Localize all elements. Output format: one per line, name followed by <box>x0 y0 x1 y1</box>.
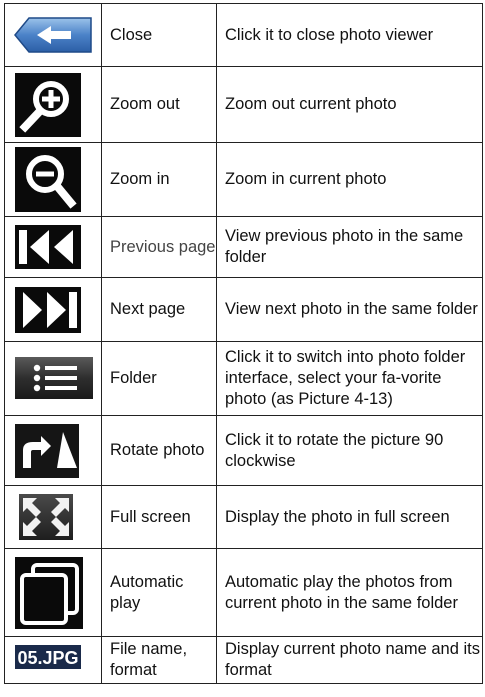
function-table: Close Click it to close photo viewer Zoo… <box>4 3 483 684</box>
icon-cell <box>4 216 102 278</box>
table-row: Folder Click it to switch into photo fol… <box>4 341 483 416</box>
function-description: Display current photo name and its forma… <box>216 636 483 684</box>
table-row: Zoom out Zoom out current photo <box>4 66 483 143</box>
icon-cell <box>4 485 102 549</box>
file-name-label: 05.JPG <box>5 637 101 683</box>
icon-cell <box>4 548 102 637</box>
icon-cell <box>4 341 102 416</box>
function-name: Rotate photo <box>101 415 217 486</box>
back-arrow-icon <box>5 4 101 66</box>
icon-cell <box>4 415 102 486</box>
next-page-icon <box>5 278 101 341</box>
function-name: Full screen <box>101 485 217 549</box>
full-screen-icon <box>5 486 101 548</box>
function-description: Automatic play the photos from current p… <box>216 548 483 637</box>
table-row: Rotate photo Click it to rotate the pict… <box>4 415 483 486</box>
table-row: Automatic play Automatic play the photos… <box>4 548 483 637</box>
previous-page-icon <box>5 217 101 277</box>
table-row: Next page View next photo in the same fo… <box>4 277 483 342</box>
function-description: Click it to close photo viewer <box>216 3 483 67</box>
icon-cell <box>4 277 102 342</box>
folder-list-icon <box>5 342 101 415</box>
function-description: View previous photo in the same folder <box>216 216 483 278</box>
function-name: Automatic play <box>101 548 217 637</box>
function-description: View next photo in the same folder <box>216 277 483 342</box>
function-description: Click it to switch into photo folder int… <box>216 341 483 416</box>
function-description: Zoom in current photo <box>216 142 483 217</box>
svg-text:05.JPG: 05.JPG <box>17 648 78 668</box>
function-name: File name, format <box>101 636 217 684</box>
icon-cell <box>4 66 102 143</box>
function-name: Folder <box>101 341 217 416</box>
function-name: Zoom in <box>101 142 217 217</box>
zoom-minus-icon <box>5 143 101 216</box>
icon-cell <box>4 3 102 67</box>
icon-cell <box>4 142 102 217</box>
function-description: Click it to rotate the picture 90 clockw… <box>216 415 483 486</box>
function-description: Zoom out current photo <box>216 66 483 143</box>
rotate-icon <box>5 416 101 485</box>
icon-cell: 05.JPG <box>4 636 102 684</box>
automatic-play-icon <box>5 549 101 636</box>
table-row: Previous page View previous photo in the… <box>4 216 483 278</box>
function-name: Previous page <box>101 216 217 278</box>
function-name: Next page <box>101 277 217 342</box>
table-row: 05.JPG File name, format Display current… <box>4 636 483 684</box>
function-name: Close <box>101 3 217 67</box>
zoom-plus-icon <box>5 67 101 142</box>
function-name: Zoom out <box>101 66 217 143</box>
function-description: Display the photo in full screen <box>216 485 483 549</box>
table-row: Close Click it to close photo viewer <box>4 3 483 67</box>
table-row: Full screen Display the photo in full sc… <box>4 485 483 549</box>
table-row: Zoom in Zoom in current photo <box>4 142 483 217</box>
